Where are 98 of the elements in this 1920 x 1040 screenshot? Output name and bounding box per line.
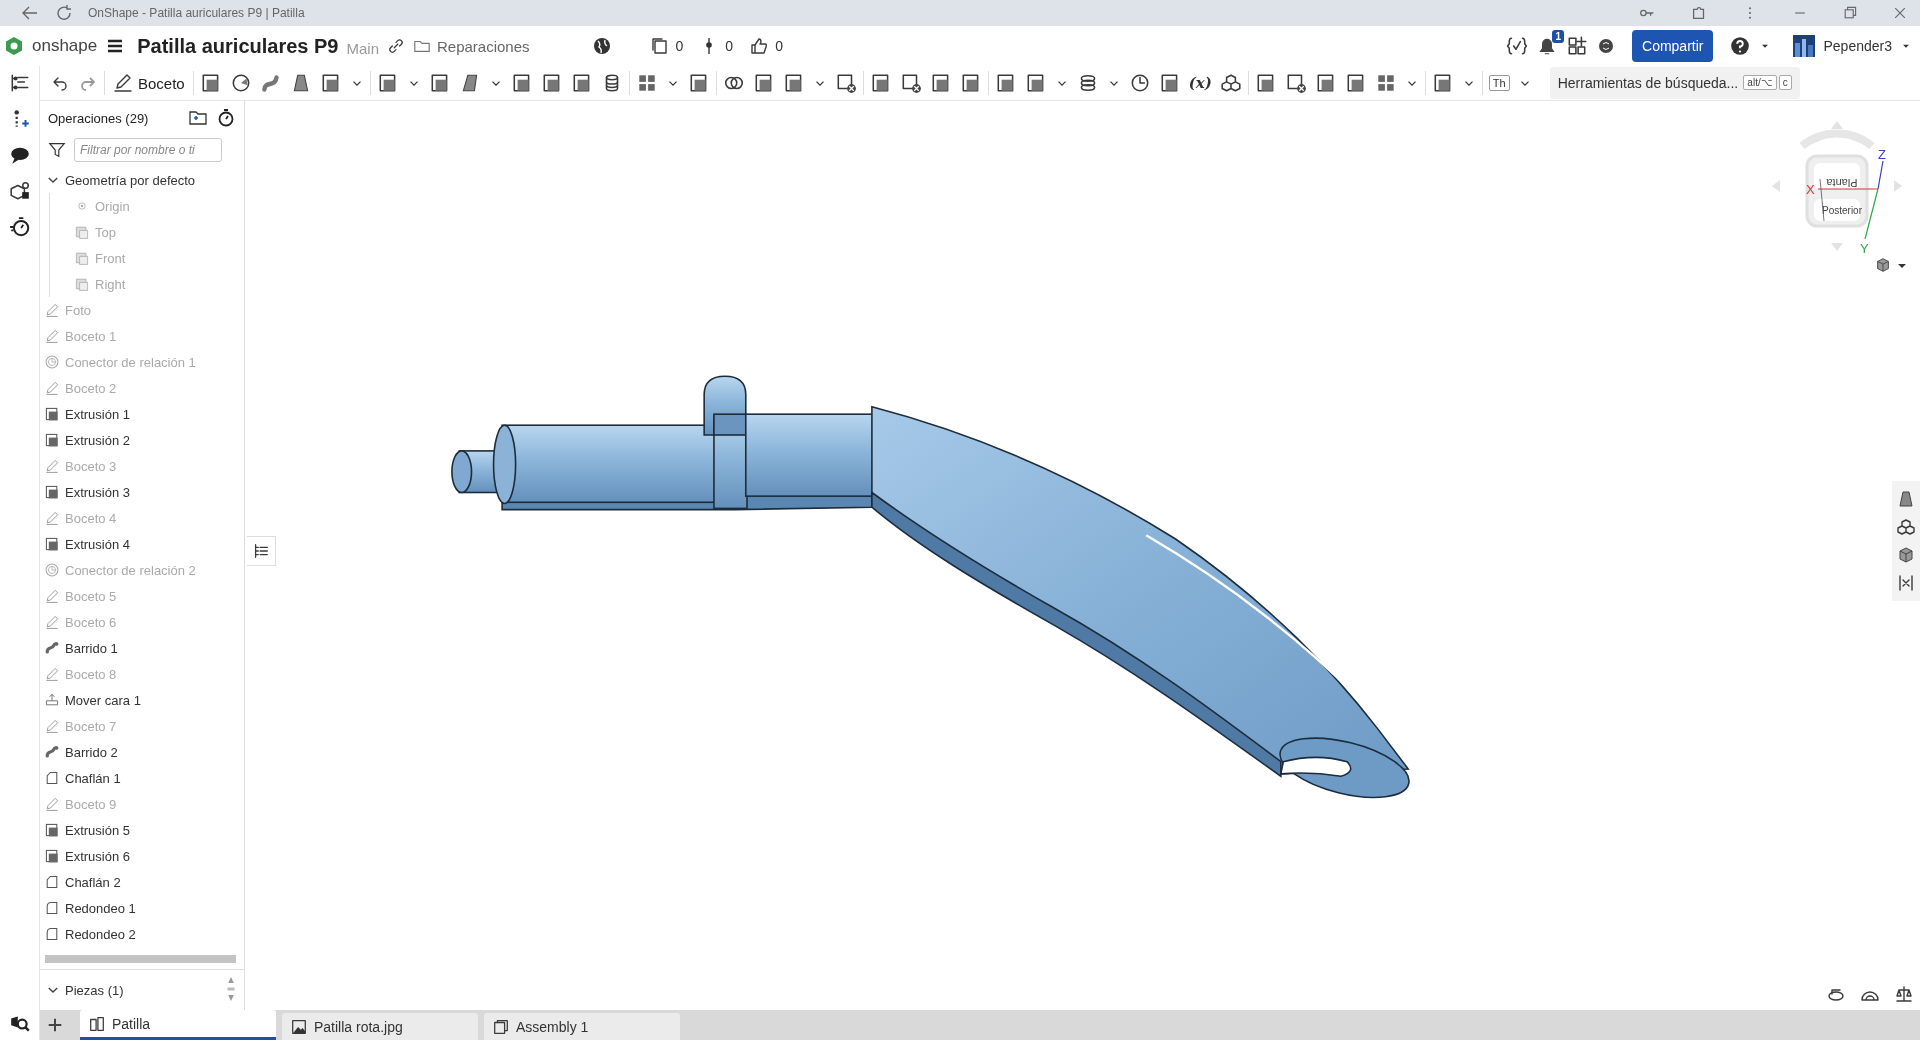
- tray-arrow-icon: [44, 692, 60, 708]
- share-button[interactable]: Compartir: [1632, 30, 1714, 62]
- fillet-icon: [44, 900, 60, 916]
- scale-icon[interactable]: [1894, 984, 1914, 1004]
- feature-item[interactable]: Extrusión 3: [65, 484, 131, 500]
- panel-title: Operaciones (29): [48, 110, 150, 126]
- part-drawing[interactable]: [451, 375, 1410, 799]
- stopwatch-icon[interactable]: [8, 216, 31, 238]
- clock-icon: [44, 354, 60, 370]
- window-title: OnShape - Patilla auriculares P9 | Patilla: [88, 6, 306, 20]
- cubes-icon[interactable]: [1219, 72, 1242, 94]
- feature-item[interactable]: Extrusión 4: [65, 536, 131, 552]
- pencil-icon: [44, 302, 60, 318]
- document-tab[interactable]: Patilla: [80, 1010, 276, 1040]
- plane-icon: [74, 276, 90, 292]
- extrude-icon: [44, 848, 60, 864]
- document-tab[interactable]: Patilla rota.jpg: [282, 1013, 478, 1040]
- cube-icon[interactable]: [1877, 258, 1889, 272]
- feature-group[interactable]: Geometría por defecto: [65, 172, 196, 188]
- feature-item[interactable]: Mover cara 1: [65, 692, 141, 708]
- feature-item[interactable]: Barrido 1: [65, 640, 118, 656]
- stopwatch-icon[interactable]: [216, 108, 236, 128]
- list-icon: [252, 542, 270, 560]
- pencil-icon: [44, 380, 60, 396]
- extrude-icon: [44, 822, 60, 838]
- pencil-icon: [44, 666, 60, 682]
- extrude-icon: [44, 536, 60, 552]
- avatar[interactable]: [1793, 35, 1816, 57]
- feature-item[interactable]: Extrusión 6: [65, 848, 131, 864]
- pencil-icon: [44, 328, 60, 344]
- curve-icon[interactable]: [259, 72, 282, 94]
- count-label: 0: [725, 38, 734, 54]
- feature-item[interactable]: Chaflán 1: [65, 770, 121, 786]
- count-label: 0: [775, 38, 783, 54]
- pencil-icon: [44, 458, 60, 474]
- restore-icon[interactable]: [1842, 5, 1858, 21]
- image-icon: [290, 1017, 308, 1036]
- pencil-icon: [113, 73, 133, 93]
- extrude-icon: [44, 484, 60, 500]
- scrollbar[interactable]: [45, 955, 236, 963]
- pencil-icon: [44, 718, 60, 734]
- close-icon[interactable]: [1892, 5, 1908, 21]
- plane-icon: [74, 224, 90, 240]
- feature-item[interactable]: Extrusión 1: [65, 406, 131, 422]
- curve-icon: [44, 640, 60, 656]
- view-cube-drawing[interactable]: [1772, 121, 1902, 251]
- pencil-icon: [44, 614, 60, 630]
- count-label: 0: [675, 38, 684, 54]
- axis-label: X: [1806, 182, 1815, 197]
- clipboard-icon[interactable]: [649, 36, 670, 56]
- text-tool[interactable]: Th: [1488, 75, 1510, 91]
- folder-link[interactable]: Reparaciones: [413, 37, 530, 55]
- cube-view-icon[interactable]: [1896, 517, 1916, 537]
- plane-icon: [74, 250, 90, 266]
- filter-field[interactable]: Filtrar por nombre o ti: [74, 138, 222, 162]
- feature-item[interactable]: Redondeo 1: [65, 900, 136, 916]
- variable-icon[interactable]: [1896, 573, 1916, 593]
- feature-item[interactable]: Extrusión 2: [65, 432, 131, 448]
- help-icon[interactable]: [1729, 35, 1752, 57]
- folder-add-icon[interactable]: [188, 108, 208, 128]
- clock-icon: [44, 562, 60, 578]
- chamfer-icon: [44, 874, 60, 890]
- feature-item[interactable]: Chaflán 2: [65, 874, 121, 890]
- caret-icon[interactable]: [1898, 264, 1906, 268]
- extrude-icon: [44, 432, 60, 448]
- globe-icon[interactable]: [591, 36, 612, 56]
- user-name[interactable]: Pepender3: [1823, 38, 1892, 54]
- pencil-icon: [44, 510, 60, 526]
- logo-text: onshape: [32, 36, 98, 56]
- thumbs-up-icon[interactable]: [749, 36, 770, 56]
- shortcut-key: alt/⌥: [1743, 75, 1777, 90]
- assembly-icon: [492, 1017, 510, 1036]
- notification-badge: 1: [1552, 30, 1564, 43]
- fillet-icon: [44, 926, 60, 942]
- axis-label: Y: [1860, 241, 1869, 256]
- logo-icon: [4, 36, 24, 56]
- parts-group[interactable]: Piezas (1): [65, 982, 124, 998]
- feature-item[interactable]: Extrusión 5: [65, 822, 131, 838]
- apps-icon[interactable]: [1566, 35, 1588, 57]
- add-icon[interactable]: [46, 1016, 64, 1034]
- list-toggle-button[interactable]: [247, 536, 276, 566]
- document-title[interactable]: Patilla auriculares P9: [137, 34, 339, 58]
- variable-tool[interactable]: (x): [1188, 74, 1212, 92]
- pencil-icon: [44, 796, 60, 812]
- curve-icon: [44, 744, 60, 760]
- link-icon[interactable]: [387, 37, 405, 55]
- extrude-icon: [44, 406, 60, 422]
- document-tab[interactable]: Assembly 1: [484, 1013, 680, 1040]
- feature-item[interactable]: Redondeo 2: [65, 926, 136, 942]
- part-studio-icon: [88, 1014, 106, 1033]
- sketch-button[interactable]: Boceto: [111, 73, 187, 93]
- pencil-icon: [44, 588, 60, 604]
- feature-item[interactable]: Barrido 2: [65, 744, 118, 760]
- variables-icon[interactable]: [1506, 35, 1528, 57]
- chamfer-icon: [44, 770, 60, 786]
- reload-icon[interactable]: [54, 3, 74, 23]
- filter-icon[interactable]: [48, 141, 66, 159]
- axis-label: Z: [1878, 147, 1886, 162]
